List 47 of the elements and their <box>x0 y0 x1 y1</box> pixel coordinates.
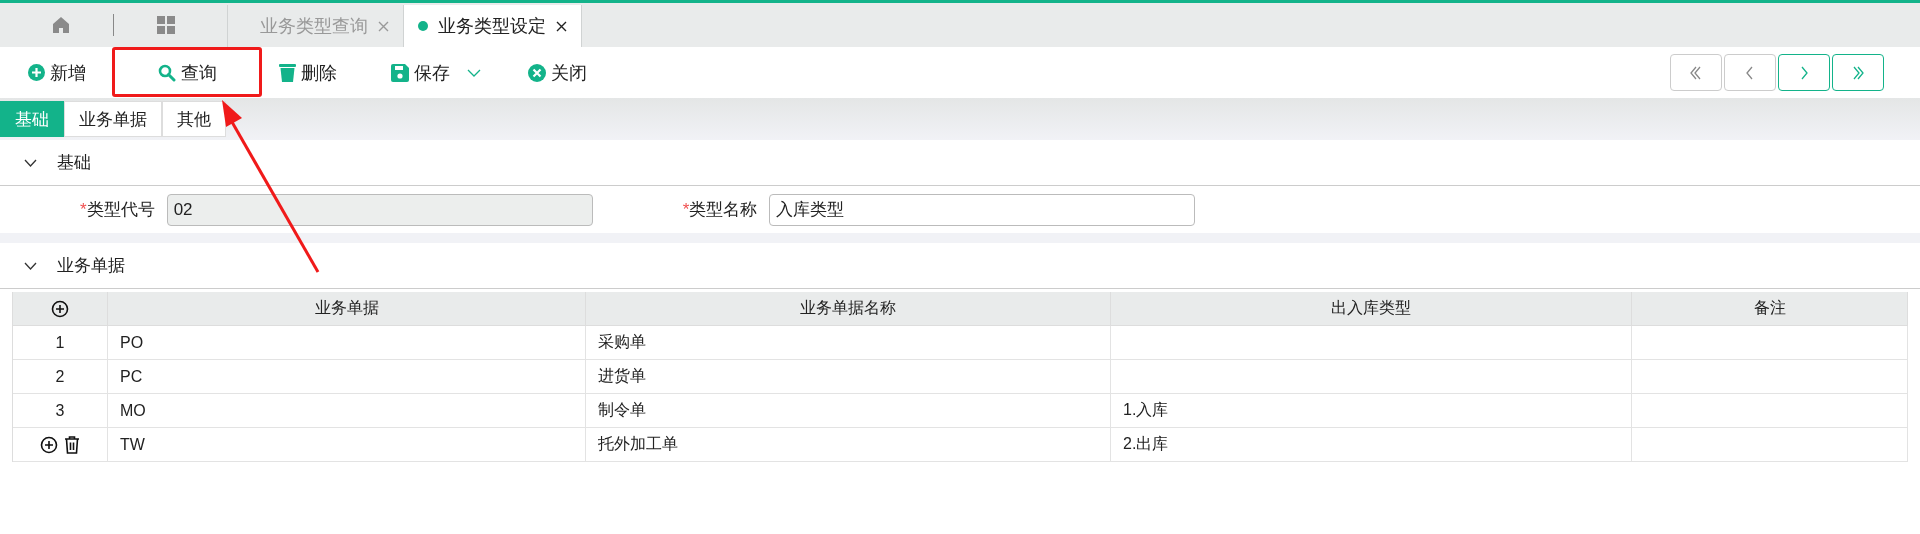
add-row-icon[interactable] <box>40 435 58 454</box>
close-icon <box>528 63 546 82</box>
trash-icon[interactable] <box>64 435 80 454</box>
add-row-icon[interactable] <box>51 299 69 318</box>
toolbar-button[interactable]: 关闭 <box>526 56 589 89</box>
table-cell: PO <box>108 326 586 360</box>
pager-button[interactable] <box>1832 54 1884 91</box>
active-dot <box>418 21 428 31</box>
table-cell: 制令单 <box>586 394 1111 428</box>
column-header[interactable]: 业务单据名称 <box>586 292 1111 326</box>
section-title: 基础 <box>57 152 91 174</box>
text-field[interactable]: 入库类型 <box>769 193 1196 226</box>
toolbar-button[interactable]: 新增 <box>26 56 88 89</box>
field-label: 类型名称 <box>689 200 758 219</box>
table-cell: TW <box>108 428 586 462</box>
close-icon[interactable] <box>556 20 567 32</box>
search-icon <box>158 63 176 82</box>
table-cell: 进货单 <box>586 360 1111 394</box>
table-cell: 2.出库 <box>1111 428 1632 462</box>
home-icon[interactable] <box>51 15 71 35</box>
table-cell: PC <box>108 360 586 394</box>
row-number: 3 <box>55 401 65 420</box>
table-cell: 托外加工单 <box>586 428 1111 462</box>
page-tab[interactable]: 业务类型设定 <box>403 5 582 47</box>
toolbar-button[interactable]: 删除 <box>277 56 339 89</box>
grid-icon[interactable] <box>156 15 176 35</box>
table-cell: 采购单 <box>586 326 1111 360</box>
row-number: 1 <box>55 333 65 352</box>
toolbar-button[interactable]: 保存 <box>389 56 483 89</box>
section-tab[interactable]: 其他 <box>162 101 226 137</box>
chevron-icon[interactable] <box>24 158 37 167</box>
section-tab[interactable]: 业务单据 <box>64 101 162 137</box>
toolbar-button[interactable]: 查询 <box>156 56 219 89</box>
required-mark: * <box>80 200 87 219</box>
plus-icon <box>28 64 45 81</box>
trash-icon <box>279 63 296 82</box>
field-label: 类型代号 <box>86 200 155 219</box>
table-cell: 1.入库 <box>1111 394 1632 428</box>
column-header[interactable]: 业务单据 <box>108 292 586 326</box>
column-header[interactable]: 出入库类型 <box>1111 292 1632 326</box>
table-cell: MO <box>108 394 586 428</box>
column-header[interactable]: 备注 <box>1632 292 1908 326</box>
section-title: 业务单据 <box>57 255 125 277</box>
required-mark: * <box>682 200 690 219</box>
pager-button[interactable] <box>1778 54 1830 91</box>
row-number: 2 <box>55 367 65 386</box>
chevron-icon[interactable] <box>24 261 37 270</box>
